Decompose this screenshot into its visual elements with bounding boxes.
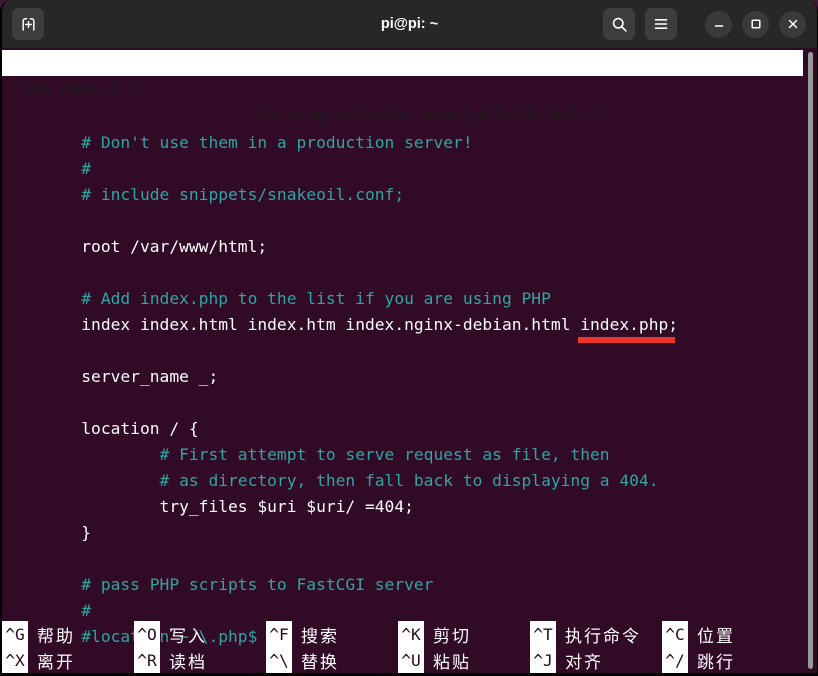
editor-line: root /var/www/html; (3, 234, 807, 260)
shortcut-label: 离开 (37, 648, 75, 673)
titlebar: pi@pi: ~ (2, 0, 817, 48)
shortcut-item: ^R 读档 (134, 647, 266, 673)
tab-plus-icon (20, 16, 37, 33)
new-tab-button[interactable] (12, 8, 44, 40)
minimize-button[interactable] (705, 11, 732, 38)
shortcut-key: ^F (266, 621, 292, 647)
shortcut-key: ^/ (662, 647, 688, 673)
close-button[interactable] (779, 11, 806, 38)
shortcut-item: ^O 写入 (134, 621, 266, 647)
code-segment: # (3, 159, 91, 178)
minimize-icon (712, 17, 726, 31)
shortcut-label: 写入 (169, 622, 207, 647)
shortcut-label: 位置 (697, 622, 735, 647)
editor-line: try_files $uri $uri/ =404; (3, 494, 807, 520)
editor-line: # pass PHP scripts to FastCGI server (3, 572, 807, 598)
editor-line: } (3, 520, 807, 546)
shortcut-label: 粘贴 (433, 648, 471, 673)
shortcut-item: ^X 离开 (2, 647, 134, 673)
code-segment: } (3, 523, 91, 542)
nano-statusbar: GNU nano 8.3 /etc/nginx/sites-available/… (2, 50, 803, 76)
shortcut-key: ^O (134, 621, 160, 647)
shortcut-key: ^C (662, 621, 688, 647)
editor-line: index index.html index.htm index.nginx-d… (3, 312, 807, 338)
shortcut-item: ^T 执行命令 (530, 621, 662, 647)
scrollbar[interactable] (808, 52, 813, 669)
editor-line (3, 338, 807, 364)
shortcut-bar: ^G帮助^X离开^O写入^R读档^F搜索^\替换^K剪切^U粘贴^T执行命令^J… (2, 621, 817, 673)
shortcut-key: ^G (2, 621, 28, 647)
search-button[interactable] (603, 8, 635, 40)
menu-button[interactable] (645, 8, 677, 40)
code-segment: index index.html index.htm index.nginx-d… (3, 315, 580, 334)
hamburger-menu-icon (653, 16, 669, 32)
shortcut-item: ^G 帮助 (2, 621, 134, 647)
editor-line: # as directory, then fall back to displa… (3, 468, 807, 494)
editor-area[interactable]: # Don't use them in a production server!… (3, 78, 807, 676)
code-segment: root /var/www/html; (3, 237, 267, 256)
shortcut-label: 对齐 (565, 648, 603, 673)
editor-line: # Add index.php to the list if you are u… (3, 286, 807, 312)
maximize-icon (749, 17, 763, 31)
shortcut-key: ^\ (266, 647, 292, 673)
shortcut-item: ^C 位置 (662, 621, 794, 647)
code-segment: # Add index.php to the list if you are u… (3, 289, 551, 308)
shortcut-key: ^J (530, 647, 556, 673)
shortcut-label: 帮助 (37, 622, 75, 647)
shortcut-item: ^F 搜索 (266, 621, 398, 647)
code-segment: # include snippets/snakeoil.conf; (3, 185, 404, 204)
code-segment: ; (668, 315, 678, 334)
shortcut-item: ^J 对齐 (530, 647, 662, 673)
shortcut-label: 执行命令 (565, 622, 641, 647)
editor-line (3, 260, 807, 286)
editor-line (3, 208, 807, 234)
shortcut-key: ^U (398, 647, 424, 673)
shortcut-key: ^K (398, 621, 424, 647)
shortcut-item: ^/ 跳行 (662, 647, 794, 673)
code-segment: # as directory, then fall back to displa… (3, 471, 658, 490)
editor-line (3, 546, 807, 572)
code-segment: server_name _; (3, 367, 218, 386)
search-icon (611, 16, 628, 33)
code-segment: # Don't use them in a production server! (3, 133, 473, 152)
shortcut-label: 跳行 (697, 648, 735, 673)
window-title: pi@pi: ~ (381, 0, 438, 48)
shortcut-key: ^T (530, 621, 556, 647)
terminal-window: pi@pi: ~ (0, 0, 818, 676)
editor-line: location / { (3, 416, 807, 442)
shortcut-key: ^X (2, 647, 28, 673)
shortcut-label: 搜索 (301, 622, 339, 647)
editor-lines: # Don't use them in a production server!… (3, 130, 807, 650)
editor-line: # First attempt to serve request as file… (3, 442, 807, 468)
code-segment: try_files $uri $uri/ =404; (3, 497, 414, 516)
shortcut-item: ^K 剪切 (398, 621, 530, 647)
shortcut-item: ^U 粘贴 (398, 647, 530, 673)
code-segment: location / { (3, 419, 199, 438)
editor-line: server_name _; (3, 364, 807, 390)
shortcut-label: 剪切 (433, 622, 471, 647)
red-underline-annotation: index.php (580, 312, 668, 338)
editor-line (3, 390, 807, 416)
editor-line: # Don't use them in a production server! (3, 130, 807, 156)
shortcut-key: ^R (134, 647, 160, 673)
shortcut-label: 替换 (301, 648, 339, 673)
editor-line: # (3, 156, 807, 182)
code-segment: # First attempt to serve request as file… (3, 445, 610, 464)
maximize-button[interactable] (742, 11, 769, 38)
editor-line: # include snippets/snakeoil.conf; (3, 182, 807, 208)
shortcut-label: 读档 (169, 648, 207, 673)
code-segment: # (3, 601, 91, 620)
code-segment: # pass PHP scripts to FastCGI server (3, 575, 433, 594)
close-icon (786, 17, 800, 31)
shortcut-item: ^\ 替换 (266, 647, 398, 673)
